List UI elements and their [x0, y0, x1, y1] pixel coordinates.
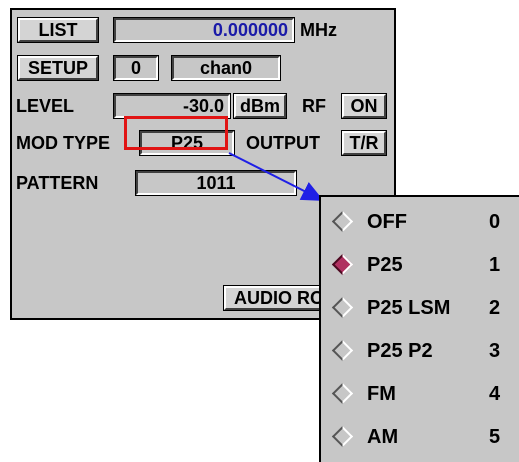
pattern-label: PATTERN: [16, 173, 99, 193]
channel-name-field[interactable]: chan0: [172, 56, 280, 80]
list-button[interactable]: LIST: [18, 18, 98, 42]
output-label: OUTPUT: [246, 133, 320, 153]
mod-option-p25-p2[interactable]: P25 P2 3: [321, 330, 519, 373]
mod-option-am[interactable]: AM 5: [321, 416, 519, 459]
option-number: 1: [489, 254, 501, 276]
option-number: 0: [489, 211, 501, 233]
mod-option-p25[interactable]: P25 1: [321, 244, 519, 287]
radio-selected-icon: [331, 253, 354, 276]
rf-toggle-button[interactable]: ON: [342, 94, 386, 118]
radio-icon: [331, 210, 354, 233]
mod-option-p25-lsm[interactable]: P25 LSM 2: [321, 287, 519, 330]
radio-icon: [331, 339, 354, 362]
mod-option-fm[interactable]: FM 4: [321, 373, 519, 416]
option-label: P25 LSM: [367, 297, 451, 319]
radio-icon: [331, 382, 354, 405]
setup-index-field[interactable]: 0: [114, 56, 158, 80]
option-number: 2: [489, 297, 501, 319]
option-number: 4: [489, 383, 501, 405]
rf-label: RF: [302, 96, 326, 116]
level-field[interactable]: -30.0: [114, 94, 230, 118]
pattern-field[interactable]: 1011: [136, 171, 296, 195]
mod-type-dropdown[interactable]: OFF 0 P25 1 P25 LSM 2 P25 P2 3 FM 4 AM 5: [319, 195, 519, 462]
frequency-field[interactable]: 0.000000: [114, 18, 294, 42]
radio-icon: [331, 425, 354, 448]
level-unit-button[interactable]: dBm: [234, 94, 286, 118]
output-button[interactable]: T/R: [342, 131, 386, 155]
option-label: AM: [367, 426, 399, 448]
option-label: OFF: [367, 211, 407, 233]
level-label: LEVEL: [16, 96, 75, 116]
radio-icon: [331, 296, 354, 319]
option-label: P25: [367, 254, 403, 276]
setup-button[interactable]: SETUP: [18, 56, 98, 80]
mod-type-label: MOD TYPE: [16, 133, 111, 153]
mod-type-highlight: [124, 116, 228, 150]
option-label: P25 P2: [367, 340, 433, 362]
mod-option-off[interactable]: OFF 0: [321, 201, 519, 244]
option-number: 5: [489, 426, 501, 448]
option-number: 3: [489, 340, 501, 362]
option-label: FM: [367, 383, 396, 405]
frequency-unit: MHz: [300, 20, 337, 40]
